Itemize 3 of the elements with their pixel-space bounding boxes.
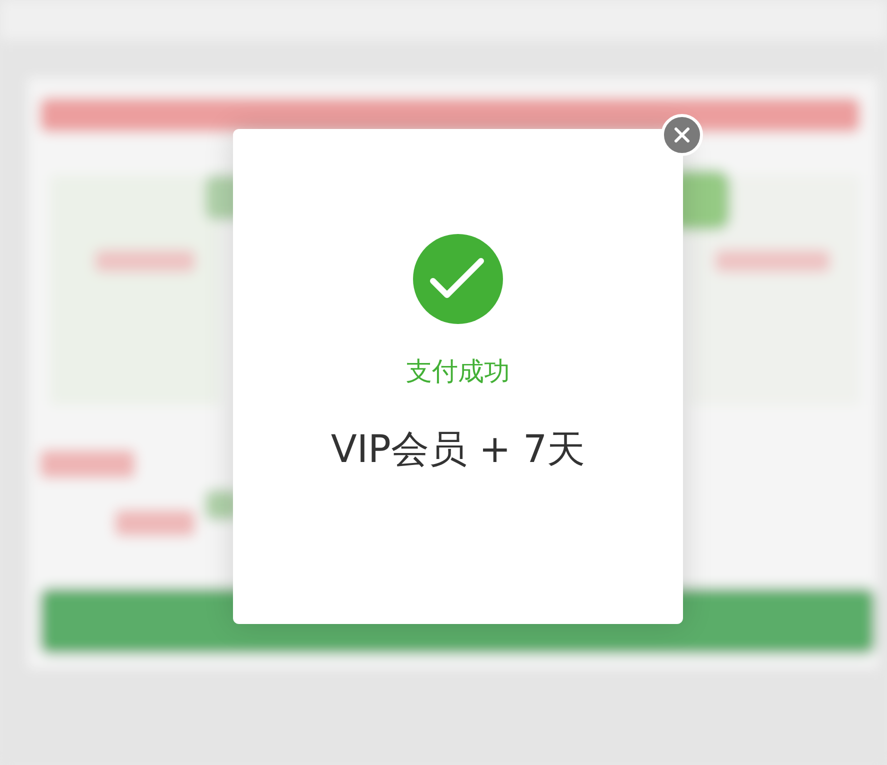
close-icon <box>673 126 691 144</box>
dialog-message: VIP会员 + 7天 <box>330 426 586 472</box>
dialog-title: 支付成功 <box>406 356 510 388</box>
